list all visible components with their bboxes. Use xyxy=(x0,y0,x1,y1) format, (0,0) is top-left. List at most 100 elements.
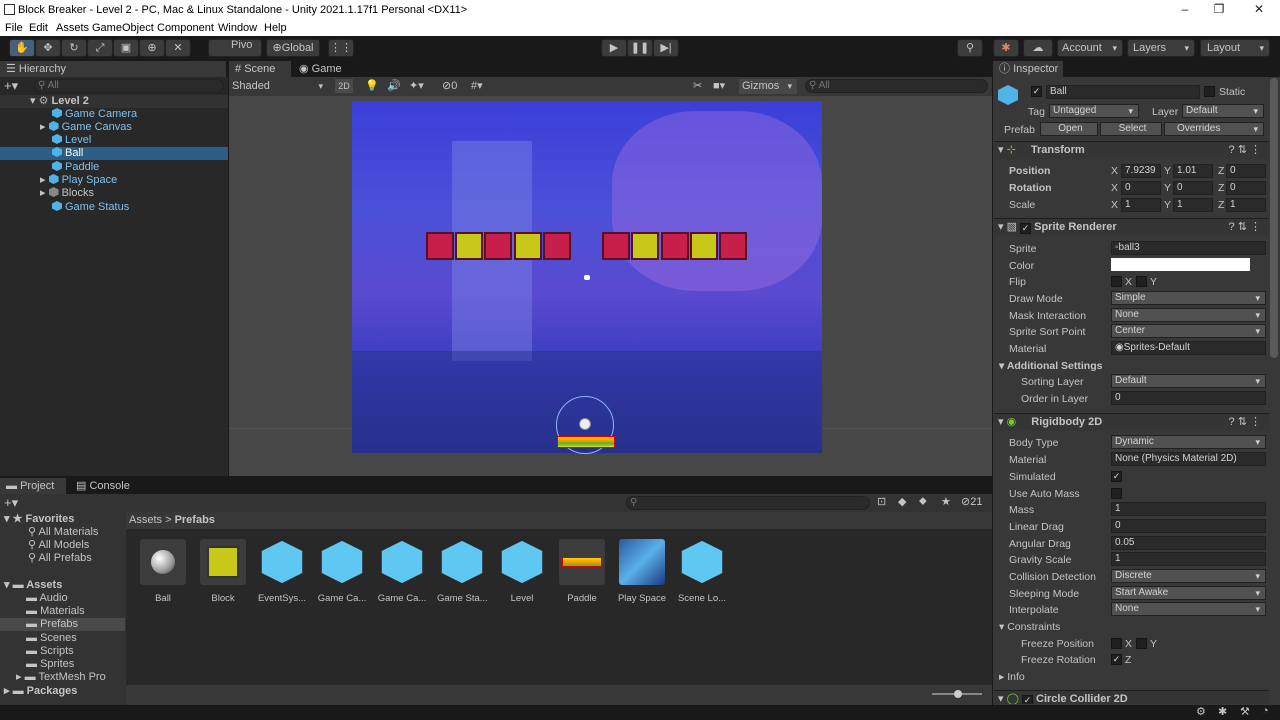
info-foldout[interactable]: ▸ Info xyxy=(999,671,1025,683)
hierarchy-item-selected[interactable]: Ball xyxy=(0,147,228,160)
asset-item[interactable]: Play Space xyxy=(617,539,667,604)
favorite-item[interactable]: ⚲ All Materials xyxy=(0,526,98,539)
folder-item-selected[interactable]: ▬ Prefabs xyxy=(0,618,125,631)
favorite-item[interactable]: ⚲ All Prefabs xyxy=(0,552,92,565)
prefab-select-button[interactable]: Select xyxy=(1100,122,1162,136)
menu-component[interactable]: Component xyxy=(157,22,214,34)
minimize-icon[interactable]: – xyxy=(1178,2,1192,16)
filter-type-icon[interactable]: ⊡ xyxy=(877,495,886,508)
packages-foldout[interactable]: ▸ ▬ Packages xyxy=(0,685,77,698)
asset-item[interactable]: EventSys... xyxy=(257,539,307,604)
filter-label-icon[interactable]: ◆ xyxy=(898,495,906,508)
hierarchy-item[interactable]: Game Status xyxy=(0,201,129,214)
collision-detection-dropdown[interactable]: Discrete xyxy=(1111,569,1266,583)
hierarchy-search-input[interactable]: ⚲ All xyxy=(34,79,224,93)
prefab-overrides-dropdown[interactable]: Overrides xyxy=(1164,122,1264,136)
layers-dropdown[interactable]: Layers xyxy=(1127,39,1195,57)
tools-icon[interactable]: ✂ xyxy=(693,79,702,92)
folder-item[interactable]: ▬ Scenes xyxy=(0,632,77,645)
folder-item[interactable]: ▬ Scripts xyxy=(0,645,74,658)
search-icon[interactable]: ⚲ xyxy=(957,39,983,57)
sleeping-mode-dropdown[interactable]: Start Awake xyxy=(1111,586,1266,600)
freeze-pos-x-checkbox[interactable] xyxy=(1111,638,1122,649)
favorites-foldout[interactable]: ▾ ★ Favorites xyxy=(0,513,74,526)
angular-drag-field[interactable]: 0.05 xyxy=(1111,536,1266,550)
rigidbody-header[interactable]: ▾ ◉ Rigidbody 2D? ⇅ ⋮ xyxy=(994,413,1269,431)
folder-item[interactable]: ▬ Materials xyxy=(0,605,85,618)
component-menu-icon[interactable]: ? ⇅ ⋮ xyxy=(1229,142,1261,159)
flip-x-checkbox[interactable] xyxy=(1111,276,1122,287)
grid-snap-icon[interactable]: ⋮⋮ xyxy=(328,39,354,57)
project-search-input[interactable]: ⚲ xyxy=(626,496,870,510)
folder-item[interactable]: ▸ ▬ TextMesh Pro xyxy=(0,671,106,684)
menu-window[interactable]: Window xyxy=(218,22,257,34)
asset-item[interactable]: Game Ca... xyxy=(377,539,427,604)
global-toggle[interactable]: ⊕Global xyxy=(266,39,320,57)
play-button[interactable]: ▶ xyxy=(601,39,627,57)
asset-item[interactable]: Block xyxy=(198,539,248,604)
sort-point-dropdown[interactable]: Center xyxy=(1111,324,1266,338)
rb-material-field[interactable]: None (Physics Material 2D) xyxy=(1111,452,1266,466)
tab-scene[interactable]: # Scene xyxy=(229,61,291,77)
audio-icon[interactable]: 🔊 xyxy=(387,79,401,92)
sprite-renderer-header[interactable]: ▾ ▧ ✓ Sprite Renderer? ⇅ ⋮ xyxy=(994,218,1269,236)
scale-x-field[interactable]: 1 xyxy=(1121,198,1161,212)
sorting-layer-dropdown[interactable]: Default xyxy=(1111,374,1266,388)
additional-settings-foldout[interactable]: ▾ Additional Settings xyxy=(999,360,1102,372)
mass-field[interactable]: 1 xyxy=(1111,502,1266,516)
auto-mass-checkbox[interactable] xyxy=(1111,488,1122,499)
rotate-tool-icon[interactable]: ↻ xyxy=(61,39,87,57)
cloud-icon[interactable]: ☁ xyxy=(1023,39,1053,57)
simulated-checkbox[interactable]: ✓ xyxy=(1111,471,1122,482)
gizmos-dropdown[interactable]: Gizmos xyxy=(739,79,797,94)
status-sync-icon[interactable]: ⚙ xyxy=(1196,705,1206,718)
favorite-star-icon[interactable]: ★ xyxy=(941,495,951,508)
constraints-foldout[interactable]: ▾ Constraints xyxy=(999,621,1060,633)
gravity-scale-field[interactable]: 1 xyxy=(1111,552,1266,566)
project-add-icon[interactable]: +▾ xyxy=(4,495,18,511)
breadcrumb-root[interactable]: Assets xyxy=(129,514,162,526)
rotation-y-field[interactable]: 0 xyxy=(1173,181,1213,195)
menu-file[interactable]: File xyxy=(5,22,23,34)
menu-edit[interactable]: Edit xyxy=(29,22,48,34)
sprite-renderer-enabled-checkbox[interactable]: ✓ xyxy=(1020,223,1032,234)
tag-dropdown[interactable]: Untagged xyxy=(1049,104,1139,118)
effects-icon[interactable]: ✦▾ xyxy=(409,79,424,92)
status-debug-icon[interactable]: ✱ xyxy=(1218,705,1227,718)
linear-drag-field[interactable]: 0 xyxy=(1111,519,1266,533)
asset-item[interactable]: Level xyxy=(497,539,547,604)
hierarchy-scene-row[interactable]: ▾ ⚙ Level 2 xyxy=(0,95,228,108)
tag-icon[interactable]: ⬥ xyxy=(919,495,927,508)
step-button[interactable]: ▶| xyxy=(653,39,679,57)
hierarchy-item[interactable]: ▸ Game Canvas xyxy=(0,121,132,134)
transform-tool-icon[interactable]: ⊕ xyxy=(139,39,165,57)
close-icon[interactable]: ✕ xyxy=(1252,2,1266,16)
scale-z-field[interactable]: 1 xyxy=(1226,198,1266,212)
static-checkbox[interactable] xyxy=(1204,86,1215,97)
freeze-rot-z-checkbox[interactable]: ✓ xyxy=(1111,654,1122,665)
menu-assets[interactable]: Assets xyxy=(56,22,89,34)
pivot-toggle[interactable]: Pivo xyxy=(208,39,262,57)
interpolate-dropdown[interactable]: None xyxy=(1111,602,1266,616)
inspector-scrollbar[interactable] xyxy=(1270,78,1278,358)
sprite-field[interactable]: ◦ball3 xyxy=(1111,241,1266,255)
collab-icon[interactable]: ✱ xyxy=(993,39,1019,57)
pause-button[interactable]: ❚❚ xyxy=(627,39,653,57)
prefab-open-button[interactable]: Open xyxy=(1040,122,1098,136)
paddle-sprite[interactable] xyxy=(557,436,615,448)
shading-dropdown[interactable]: Shaded xyxy=(232,79,328,94)
color-swatch[interactable] xyxy=(1111,258,1250,271)
active-checkbox[interactable]: ✓ xyxy=(1031,86,1042,97)
asset-item[interactable]: Scene Lo... xyxy=(677,539,727,604)
layout-dropdown[interactable]: Layout xyxy=(1200,39,1270,57)
add-icon[interactable]: +▾ xyxy=(4,78,18,94)
scale-y-field[interactable]: 1 xyxy=(1173,198,1213,212)
hierarchy-item[interactable]: Game Camera xyxy=(0,108,137,121)
sr-material-field[interactable]: ◉Sprites-Default xyxy=(1111,341,1266,355)
transform-header[interactable]: ▾ ⊹ Transform? ⇅ ⋮ xyxy=(994,141,1269,159)
flip-y-checkbox[interactable] xyxy=(1136,276,1147,287)
tab-project[interactable]: ▬ Project xyxy=(0,478,66,494)
rotation-z-field[interactable]: 0 xyxy=(1226,181,1266,195)
draw-mode-dropdown[interactable]: Simple xyxy=(1111,291,1266,305)
menu-gameobject[interactable]: GameObject xyxy=(92,22,154,34)
